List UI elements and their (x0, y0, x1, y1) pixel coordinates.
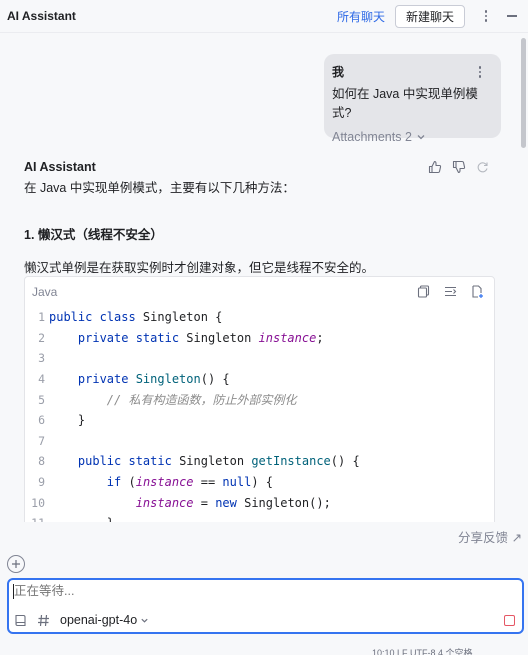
code-line: 1 public class Singleton { (38, 310, 223, 325)
section-description: 懒汉式单例是在获取实例时才创建对象，但它是线程不安全的。 (24, 261, 375, 275)
input-toolbar: openai-gpt-4o (14, 613, 149, 627)
chevron-down-icon (141, 618, 148, 623)
message-actions (428, 160, 489, 174)
message-options-icon[interactable] (473, 64, 487, 80)
model-selector[interactable]: openai-gpt-4o (60, 613, 149, 627)
more-options-icon[interactable] (479, 8, 493, 24)
plus-icon (12, 560, 20, 568)
chevron-down-icon (417, 135, 425, 140)
code-block[interactable]: Java 1 public class Singleton { 2 private… (24, 276, 495, 522)
code-line: 7 (38, 433, 45, 448)
ai-author: AI Assistant (24, 160, 96, 174)
all-chats-link[interactable]: 所有聊天 (337, 8, 385, 25)
thumbs-up-icon[interactable] (428, 160, 442, 174)
hash-icon[interactable] (37, 614, 50, 627)
ai-intro-text: 在 Java 中实现单例模式，主要有以下几种方法： (24, 181, 295, 195)
status-bar: 10:10 LF UTF-8 4 个空格 (0, 646, 528, 655)
code-line: 11 } (25, 513, 494, 522)
stop-generation-button[interactable] (504, 615, 515, 626)
code-line: 5 // 私有构造函数，防止外部实例化 (38, 392, 297, 408)
prompt-input[interactable] (14, 584, 494, 598)
attachments-toggle[interactable]: Attachments 2 (332, 130, 493, 144)
code-line: 10 instance = new Singleton(); (31, 495, 331, 510)
model-name: openai-gpt-4o (60, 613, 138, 627)
insert-at-caret-icon[interactable] (444, 285, 457, 298)
prompt-library-icon[interactable] (14, 614, 27, 627)
code-toolbar (417, 285, 484, 298)
code-line: 9 if (instance == null) { (38, 475, 274, 490)
prompt-input-container[interactable]: openai-gpt-4o (7, 578, 524, 634)
scrollbar-thumb[interactable] (521, 38, 526, 148)
user-message-text: 如何在 Java 中实现单例模式? (332, 87, 478, 120)
section-heading: 1. 懒汉式（线程不安全） (24, 228, 163, 242)
code-line: 6 } (38, 413, 86, 428)
share-feedback-link[interactable]: 分享反馈 ↗ (458, 527, 522, 546)
copy-icon[interactable] (417, 285, 430, 298)
new-file-icon[interactable] (471, 285, 484, 298)
window-title: AI Assistant (7, 9, 76, 23)
regenerate-icon[interactable] (476, 161, 489, 174)
code-line: 3 (38, 351, 45, 366)
code-line: 8 public static Singleton getInstance() … (38, 454, 360, 469)
user-author: 我 (332, 65, 345, 79)
code-line: 2 private static Singleton instance; (38, 330, 324, 345)
user-message-bubble: 我 如何在 Java 中实现单例模式? Attachments 2 (324, 54, 501, 144)
attachments-label: Attachments 2 (332, 130, 412, 144)
add-context-button[interactable] (7, 555, 25, 573)
chat-history[interactable]: 我 如何在 Java 中实现单例模式? Attachments 2 AI Ass… (0, 34, 528, 522)
code-language-label: Java (32, 285, 58, 299)
tool-window-header: AI Assistant 所有聊天 新建聊天 (0, 0, 528, 33)
status-bar-text: 10:10 LF UTF-8 4 个空格 (372, 648, 473, 655)
code-content: 1 public class Singleton { 2 private stat… (25, 307, 494, 522)
minimize-icon[interactable] (507, 15, 517, 17)
code-line: 4 private Singleton() { (38, 372, 230, 387)
ai-message: AI Assistant 在 Java 中实现单例模式，主要有以下几种方法： 1… (24, 160, 494, 276)
new-chat-button[interactable]: 新建聊天 (394, 4, 465, 28)
thumbs-down-icon[interactable] (452, 160, 466, 174)
